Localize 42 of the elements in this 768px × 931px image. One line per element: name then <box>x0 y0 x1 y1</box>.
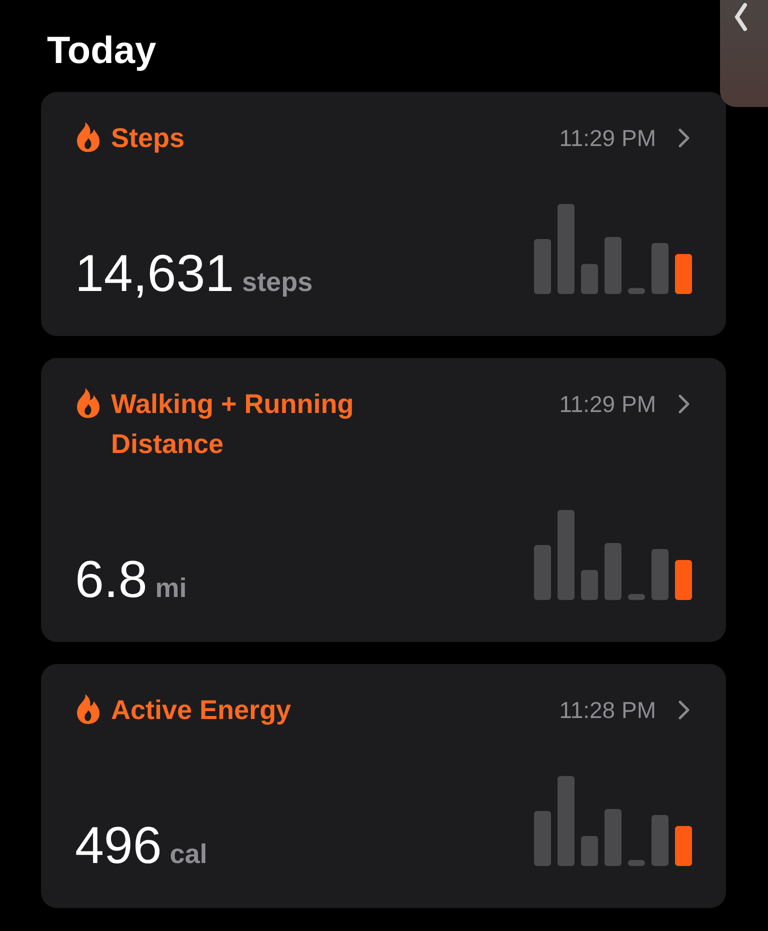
chart-bar <box>581 264 598 294</box>
chart-bar <box>675 560 692 600</box>
chevron-left-icon <box>734 2 748 32</box>
chart-bar <box>628 860 645 866</box>
side-panel[interactable] <box>720 0 768 107</box>
chart-bar <box>604 237 622 294</box>
chart-bar <box>628 288 645 294</box>
chart-bar <box>604 809 622 866</box>
flame-icon <box>75 121 101 153</box>
metric-unit: steps <box>242 267 313 298</box>
flame-icon <box>75 693 101 725</box>
flame-icon <box>75 387 101 419</box>
metric-card[interactable]: Walking + Running Distance 11:29 PM 6.8 mi <box>41 358 726 642</box>
timestamp: 11:29 PM <box>559 124 656 152</box>
metric-unit: mi <box>155 573 187 604</box>
chart-bar <box>652 549 668 600</box>
metric-title: Active Energy <box>111 694 292 727</box>
chevron-right-icon <box>678 128 690 148</box>
timestamp: 11:29 PM <box>559 390 656 418</box>
chart-bar <box>581 836 598 866</box>
chevron-right-icon <box>678 700 690 720</box>
chart-bar <box>534 811 551 866</box>
chart-bar <box>652 815 668 866</box>
metric-card[interactable]: Steps 11:29 PM 14,631 steps <box>41 92 726 336</box>
metric-value: 14,631 <box>75 244 234 304</box>
chart-bar <box>534 239 551 294</box>
chart-bar <box>534 545 551 600</box>
metric-value: 6.8 <box>75 550 148 610</box>
metric-card[interactable]: Active Energy 11:28 PM 496 cal <box>41 664 726 908</box>
metric-title: Steps <box>111 122 185 155</box>
chart-bar <box>581 570 598 600</box>
chart-bar <box>604 543 622 600</box>
metric-unit: cal <box>170 839 208 870</box>
chart-bar <box>675 826 692 866</box>
chevron-right-icon <box>678 394 690 414</box>
section-heading: Today <box>47 29 158 74</box>
chart-bar <box>652 243 668 294</box>
metric-title: Walking + Running Distance <box>111 388 355 461</box>
timestamp: 11:28 PM <box>559 696 656 724</box>
metric-value: 496 <box>75 816 162 876</box>
chart-bar <box>675 254 692 294</box>
chart-bar <box>628 594 645 600</box>
